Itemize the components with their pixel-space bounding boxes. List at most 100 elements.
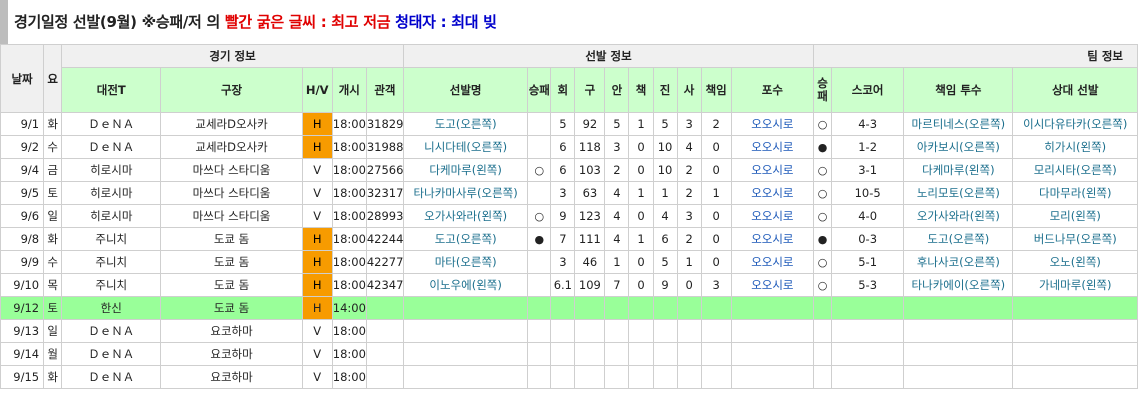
cell-catcher: 오오시로: [730, 135, 815, 159]
cell-pitches: 111: [574, 227, 606, 251]
cell-walks: 2: [676, 181, 702, 205]
cell-hits: 1: [604, 250, 630, 274]
cell-hits: 4: [604, 181, 630, 205]
cell-hv: V: [301, 342, 333, 366]
cell-team-win-loss: [813, 296, 833, 320]
cell-starter: 마타(오른쪽): [402, 250, 529, 274]
cell-opponent: 한신: [61, 296, 162, 320]
cell-win-loss: [527, 342, 552, 366]
cell-attendance: [365, 296, 404, 320]
table-row: 9/5 토 히로시마 마쓰다 스타디움 V 18:00 32317 타나카마사루(오른쪽) 3 6…: [0, 181, 1138, 205]
cell-opponent: ＤｅＮＡ: [61, 112, 162, 136]
cell-stadium: 교세라D오사카: [160, 112, 303, 136]
cell-score: [831, 365, 905, 389]
cell-opp-starter: 다마무라(왼쪽): [1012, 181, 1138, 205]
cell-attendance: 32317: [365, 181, 404, 205]
cell-strikeouts: 5: [652, 112, 678, 136]
table-row: 9/4 금 히로시마 마쓰다 스타디움 V 18:00 27566 다케마루(왼쪽) ○ 6 103…: [0, 158, 1138, 182]
cell-pitches: [574, 342, 606, 366]
cell-responsible-pitcher: 후나사코(오른쪽): [903, 250, 1014, 274]
cell-date: 9/2: [0, 135, 45, 159]
cell-hits: [604, 365, 630, 389]
cell-score: [831, 296, 905, 320]
cell-opponent: 히로시마: [61, 158, 162, 182]
cell-score: 0-3: [831, 227, 905, 251]
cell-walks: [676, 342, 702, 366]
cell-stadium: 도쿄 돔: [160, 250, 303, 274]
col-strikeouts-header: 진: [652, 67, 678, 113]
cell-start-time: 18:00: [331, 158, 367, 182]
cell-pitches: 109: [574, 273, 606, 297]
cell-runs: [628, 319, 654, 343]
cell-innings: [550, 296, 576, 320]
col-earned-runs-header: 책임: [700, 67, 732, 113]
cell-score: 4-3: [831, 112, 905, 136]
cell-hv: V: [301, 204, 333, 228]
cell-walks: 2: [676, 227, 702, 251]
cell-opponent: 주니치: [61, 273, 162, 297]
cell-team-win-loss: ○: [813, 204, 833, 228]
cell-team-win-loss: ●: [813, 227, 833, 251]
cell-win-loss: [527, 365, 552, 389]
cell-stadium: 교세라D오사카: [160, 135, 303, 159]
cell-catcher: [730, 296, 815, 320]
cell-attendance: 28993: [365, 204, 404, 228]
cell-opponent: 히로시마: [61, 204, 162, 228]
cell-date: 9/13: [0, 319, 45, 343]
col-team-wl-header: 승패: [813, 67, 833, 113]
col-start-header: 개시: [331, 67, 367, 113]
cell-responsible-pitcher: [903, 296, 1014, 320]
cell-start-time: 18:00: [331, 365, 367, 389]
cell-start-time: 14:00: [331, 296, 367, 320]
cell-attendance: 42277: [365, 250, 404, 274]
table-row: 9/1 화 ＤｅＮＡ 교세라D오사카 H 18:00 31829 도고(오른쪽) 5 92 5 1 5 3…: [0, 112, 1138, 136]
cell-date: 9/9: [0, 250, 45, 274]
cell-team-win-loss: ○: [813, 181, 833, 205]
cell-earned-runs: [700, 319, 732, 343]
cell-catcher: 오오시로: [730, 112, 815, 136]
cell-innings: 5: [550, 112, 576, 136]
cell-day: 월: [43, 342, 63, 366]
cell-date: 9/4: [0, 158, 45, 182]
cell-responsible-pitcher: [903, 342, 1014, 366]
title-blue-note: 청태자 : 최대 빚: [395, 13, 497, 31]
cell-attendance: 31988: [365, 135, 404, 159]
cell-hv: V: [301, 158, 333, 182]
cell-day: 일: [43, 319, 63, 343]
cell-innings: 3: [550, 181, 576, 205]
cell-strikeouts: [652, 365, 678, 389]
cell-attendance: [365, 319, 404, 343]
cell-hits: 4: [604, 227, 630, 251]
cell-win-loss: [527, 273, 552, 297]
cell-runs: [628, 296, 654, 320]
cell-win-loss: ○: [527, 204, 552, 228]
cell-strikeouts: [652, 319, 678, 343]
cell-strikeouts: 10: [652, 135, 678, 159]
cell-day: 화: [43, 112, 63, 136]
cell-day: 일: [43, 204, 63, 228]
cell-opp-starter: 모리(왼쪽): [1012, 204, 1138, 228]
cell-starter: [402, 296, 529, 320]
cell-stadium: 요코하마: [160, 342, 303, 366]
cell-responsible-pitcher: 아카보시(오른쪽): [903, 135, 1014, 159]
cell-win-loss: ○: [527, 158, 552, 182]
cell-opponent: ＤｅＮＡ: [61, 319, 162, 343]
cell-catcher: 오오시로: [730, 227, 815, 251]
cell-hits: 3: [604, 135, 630, 159]
table-row: 9/8 화 주니치 도쿄 돔 H 18:00 42244 도고(오른쪽) ● 7 111 4 1 6 2 0 오…: [0, 227, 1138, 251]
cell-responsible-pitcher: [903, 319, 1014, 343]
cell-strikeouts: 9: [652, 273, 678, 297]
cell-catcher: 오오시로: [730, 181, 815, 205]
col-day-header: 요: [43, 44, 63, 113]
cell-hv: H: [301, 296, 333, 320]
cell-opp-starter: 모리시타(오른쪽): [1012, 158, 1138, 182]
cell-responsible-pitcher: 다케마루(왼쪽): [903, 158, 1014, 182]
cell-hits: [604, 296, 630, 320]
col-stadium-header: 구장: [160, 67, 303, 113]
cell-walks: 3: [676, 112, 702, 136]
cell-hits: [604, 342, 630, 366]
table-row: 9/9 수 주니치 도쿄 돔 H 18:00 42277 마타(오른쪽) 3 46 1 0 5 1 0 오오시…: [0, 250, 1138, 274]
cell-runs: 0: [628, 135, 654, 159]
cell-earned-runs: 0: [700, 158, 732, 182]
cell-date: 9/10: [0, 273, 45, 297]
